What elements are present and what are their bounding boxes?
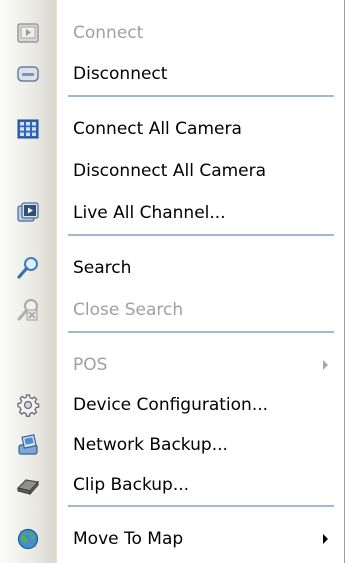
menu-item-network-backup[interactable]: Network Backup... xyxy=(0,426,344,464)
menu-item-device-configuration[interactable]: Device Configuration... xyxy=(0,386,344,424)
menu-item-label: Search xyxy=(73,258,132,278)
submenu-arrow-icon xyxy=(323,360,328,370)
network-backup-icon xyxy=(0,426,56,464)
menu-item-label: Live All Channel... xyxy=(73,203,226,223)
globe-icon xyxy=(0,520,56,558)
menu-item-label: Device Configuration... xyxy=(73,395,269,415)
clip-backup-icon xyxy=(0,466,56,504)
camera-grid-icon xyxy=(0,110,56,148)
separator xyxy=(68,505,334,507)
menu-item-label: POS xyxy=(73,355,108,375)
menu-item-label: Network Backup... xyxy=(73,435,228,455)
separator xyxy=(68,331,334,333)
menu-item-label: Connect xyxy=(73,23,144,43)
menu-item-pos: POS xyxy=(0,346,344,384)
menu-item-search[interactable]: Search xyxy=(0,249,344,287)
menu-item-clip-backup[interactable]: Clip Backup... xyxy=(0,466,344,504)
gear-icon xyxy=(0,386,56,424)
menu-item-label: Disconnect xyxy=(73,64,168,84)
menu-item-disconnect-all-camera[interactable]: Disconnect All Camera xyxy=(0,152,344,190)
menu-item-close-search: Close Search xyxy=(0,291,344,329)
separator xyxy=(68,95,334,97)
menu-item-label: Disconnect All Camera xyxy=(73,161,267,181)
disconnect-icon xyxy=(0,55,56,93)
menu-item-move-to-map[interactable]: Move To Map xyxy=(0,520,344,558)
menu-item-connect-all-camera[interactable]: Connect All Camera xyxy=(0,110,344,148)
menu-item-live-all-channel[interactable]: Live All Channel... xyxy=(0,194,344,232)
menu-item-label: Clip Backup... xyxy=(73,475,190,495)
menu-item-connect: Connect xyxy=(0,14,344,52)
separator xyxy=(68,234,334,236)
submenu-arrow-icon xyxy=(323,534,328,544)
menu-item-disconnect[interactable]: Disconnect xyxy=(0,55,344,93)
search-icon xyxy=(0,249,56,287)
connect-icon xyxy=(0,14,56,52)
context-menu: Connect Disconnect Connect All Camera Di… xyxy=(0,0,345,563)
menu-item-label: Close Search xyxy=(73,300,184,320)
menu-item-label: Connect All Camera xyxy=(73,119,242,139)
menu-item-label: Move To Map xyxy=(73,529,184,549)
live-channel-icon xyxy=(0,194,56,232)
close-search-icon xyxy=(0,291,56,329)
